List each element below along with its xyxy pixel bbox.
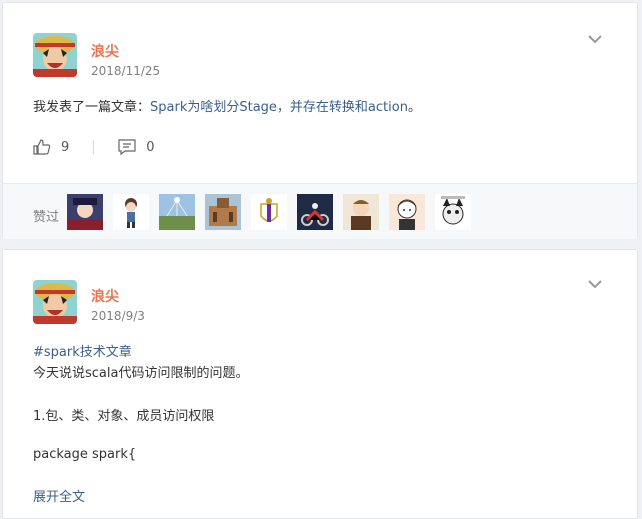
author-name[interactable]: 浪尖 bbox=[91, 41, 119, 61]
post-line: 1.包、类、对象、成员访问权限 bbox=[33, 409, 215, 424]
comment-icon bbox=[118, 139, 136, 155]
liker-avatar[interactable] bbox=[113, 194, 149, 230]
comment-count: 0 bbox=[146, 139, 155, 155]
post-actions: 9 0 bbox=[33, 137, 155, 157]
liker-avatar[interactable] bbox=[389, 194, 425, 230]
post-card: 浪尖 2018/9/3 #spark技术文章 今天说说scala代码访问限制的问… bbox=[2, 249, 638, 519]
post-date[interactable]: 2018/9/3 bbox=[91, 309, 145, 323]
post-date[interactable]: 2018/11/25 bbox=[91, 64, 160, 78]
post-text-suffix: 。 bbox=[407, 100, 421, 115]
liker-avatar[interactable] bbox=[251, 194, 287, 230]
liker-avatar[interactable] bbox=[205, 194, 241, 230]
liker-avatar[interactable] bbox=[343, 194, 379, 230]
hashtag-link[interactable]: #spark技术文章 bbox=[33, 341, 132, 360]
author-avatar[interactable] bbox=[33, 280, 77, 324]
chevron-down-icon[interactable] bbox=[587, 278, 603, 290]
post-text: 我发表了一篇文章：Spark为啥划分Stage，并存在转换和action。 bbox=[33, 96, 421, 115]
liker-avatar[interactable] bbox=[67, 194, 103, 230]
divider bbox=[93, 140, 95, 154]
liker-avatar[interactable] bbox=[159, 194, 195, 230]
article-link[interactable]: Spark为啥划分Stage，并存在转换和action bbox=[150, 100, 408, 115]
like-button[interactable]: 9 bbox=[33, 139, 69, 155]
like-count: 9 bbox=[61, 139, 70, 155]
likers-bar: 赞过 bbox=[3, 183, 637, 239]
expand-full-text-link[interactable]: 展开全文 bbox=[33, 486, 85, 505]
likes-label: 赞过 bbox=[33, 210, 60, 225]
author-name[interactable]: 浪尖 bbox=[91, 286, 119, 306]
post-text-prefix: 我发表了一篇文章： bbox=[33, 100, 151, 115]
liker-avatar[interactable] bbox=[435, 194, 471, 230]
thumbs-up-icon bbox=[33, 139, 51, 155]
chevron-down-icon[interactable] bbox=[587, 33, 603, 45]
author-avatar[interactable] bbox=[33, 33, 77, 77]
post-line: package spark{ bbox=[33, 447, 137, 462]
post-card: 浪尖 2018/11/25 我发表了一篇文章：Spark为啥划分Stage，并存… bbox=[2, 2, 638, 239]
comment-button[interactable]: 0 bbox=[118, 139, 155, 155]
post-line: 今天说说scala代码访问限制的问题。 bbox=[33, 366, 249, 381]
liker-avatar[interactable] bbox=[297, 194, 333, 230]
